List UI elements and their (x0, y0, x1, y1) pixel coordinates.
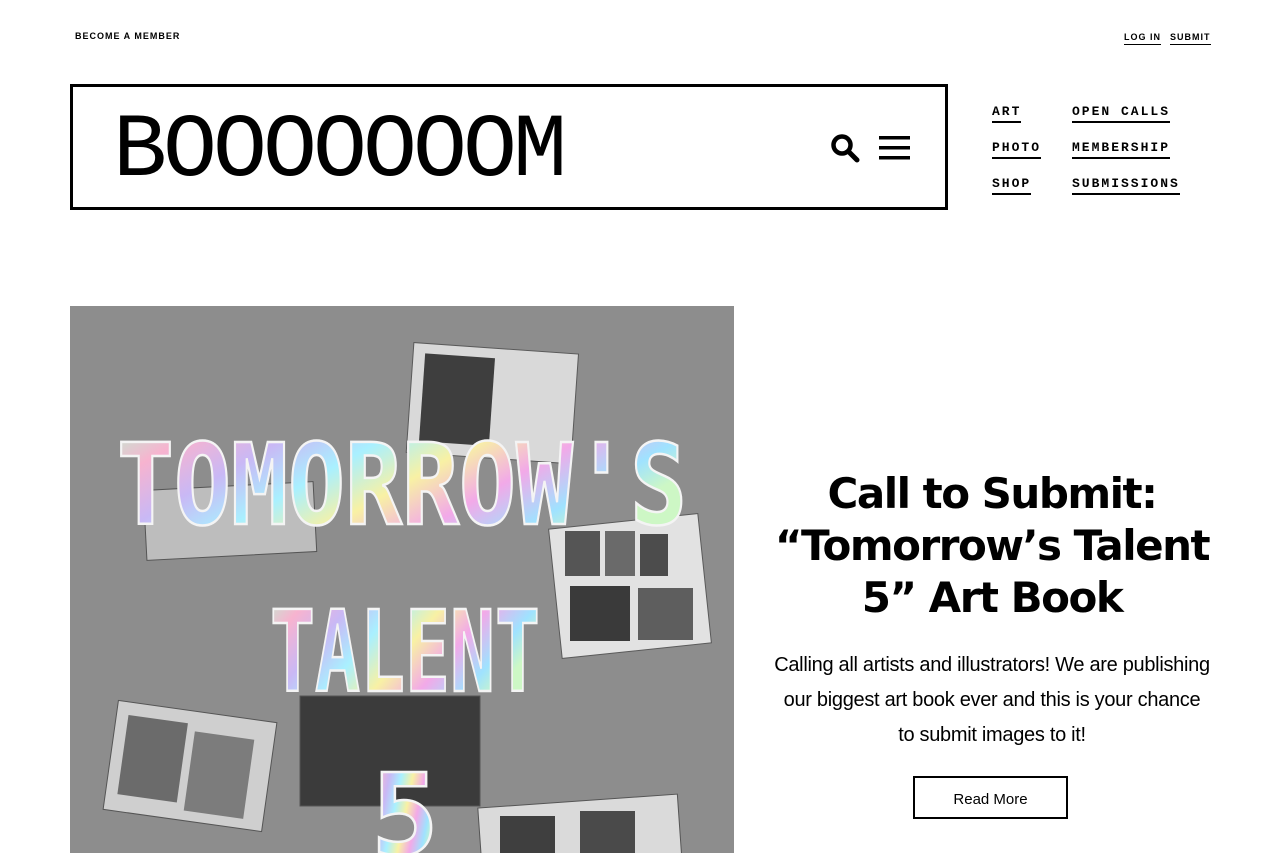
nav-photo[interactable]: PHOTO (992, 141, 1042, 159)
post-excerpt: Calling all artists and illustrators! We… (774, 654, 1210, 746)
image-text-line: TOMORROW'S (117, 421, 687, 551)
submit-link[interactable]: SUBMIT (1170, 33, 1211, 45)
nav-art[interactable]: ART (992, 105, 1022, 123)
site-logo[interactable]: BOOOOOOOM (113, 107, 567, 197)
login-link[interactable]: LOG IN (1124, 33, 1161, 45)
image-text-line: 5 (371, 751, 438, 853)
book-spread (102, 699, 278, 833)
post-title[interactable]: Call to Submit: “Tomorrow’s Talent 5” Ar… (774, 468, 1211, 624)
nav-membership[interactable]: MEMBERSHIP (1072, 141, 1171, 159)
become-member-link[interactable]: BECOME A MEMBER (75, 32, 180, 41)
site-header-box: BOOOOOOOM (70, 84, 948, 210)
featured-image[interactable]: TOMORROW'S TALENT 5 (70, 306, 734, 853)
hamburger-menu-icon[interactable] (879, 133, 911, 163)
search-icon[interactable] (830, 133, 860, 163)
image-text-line: TALENT (270, 588, 540, 718)
nav-shop[interactable]: SHOP (992, 177, 1032, 195)
nav-open-calls[interactable]: OPEN CALLS (1072, 105, 1171, 123)
read-more-button[interactable]: Read More (913, 776, 1068, 819)
nav-submissions[interactable]: SUBMISSIONS (1072, 177, 1180, 195)
